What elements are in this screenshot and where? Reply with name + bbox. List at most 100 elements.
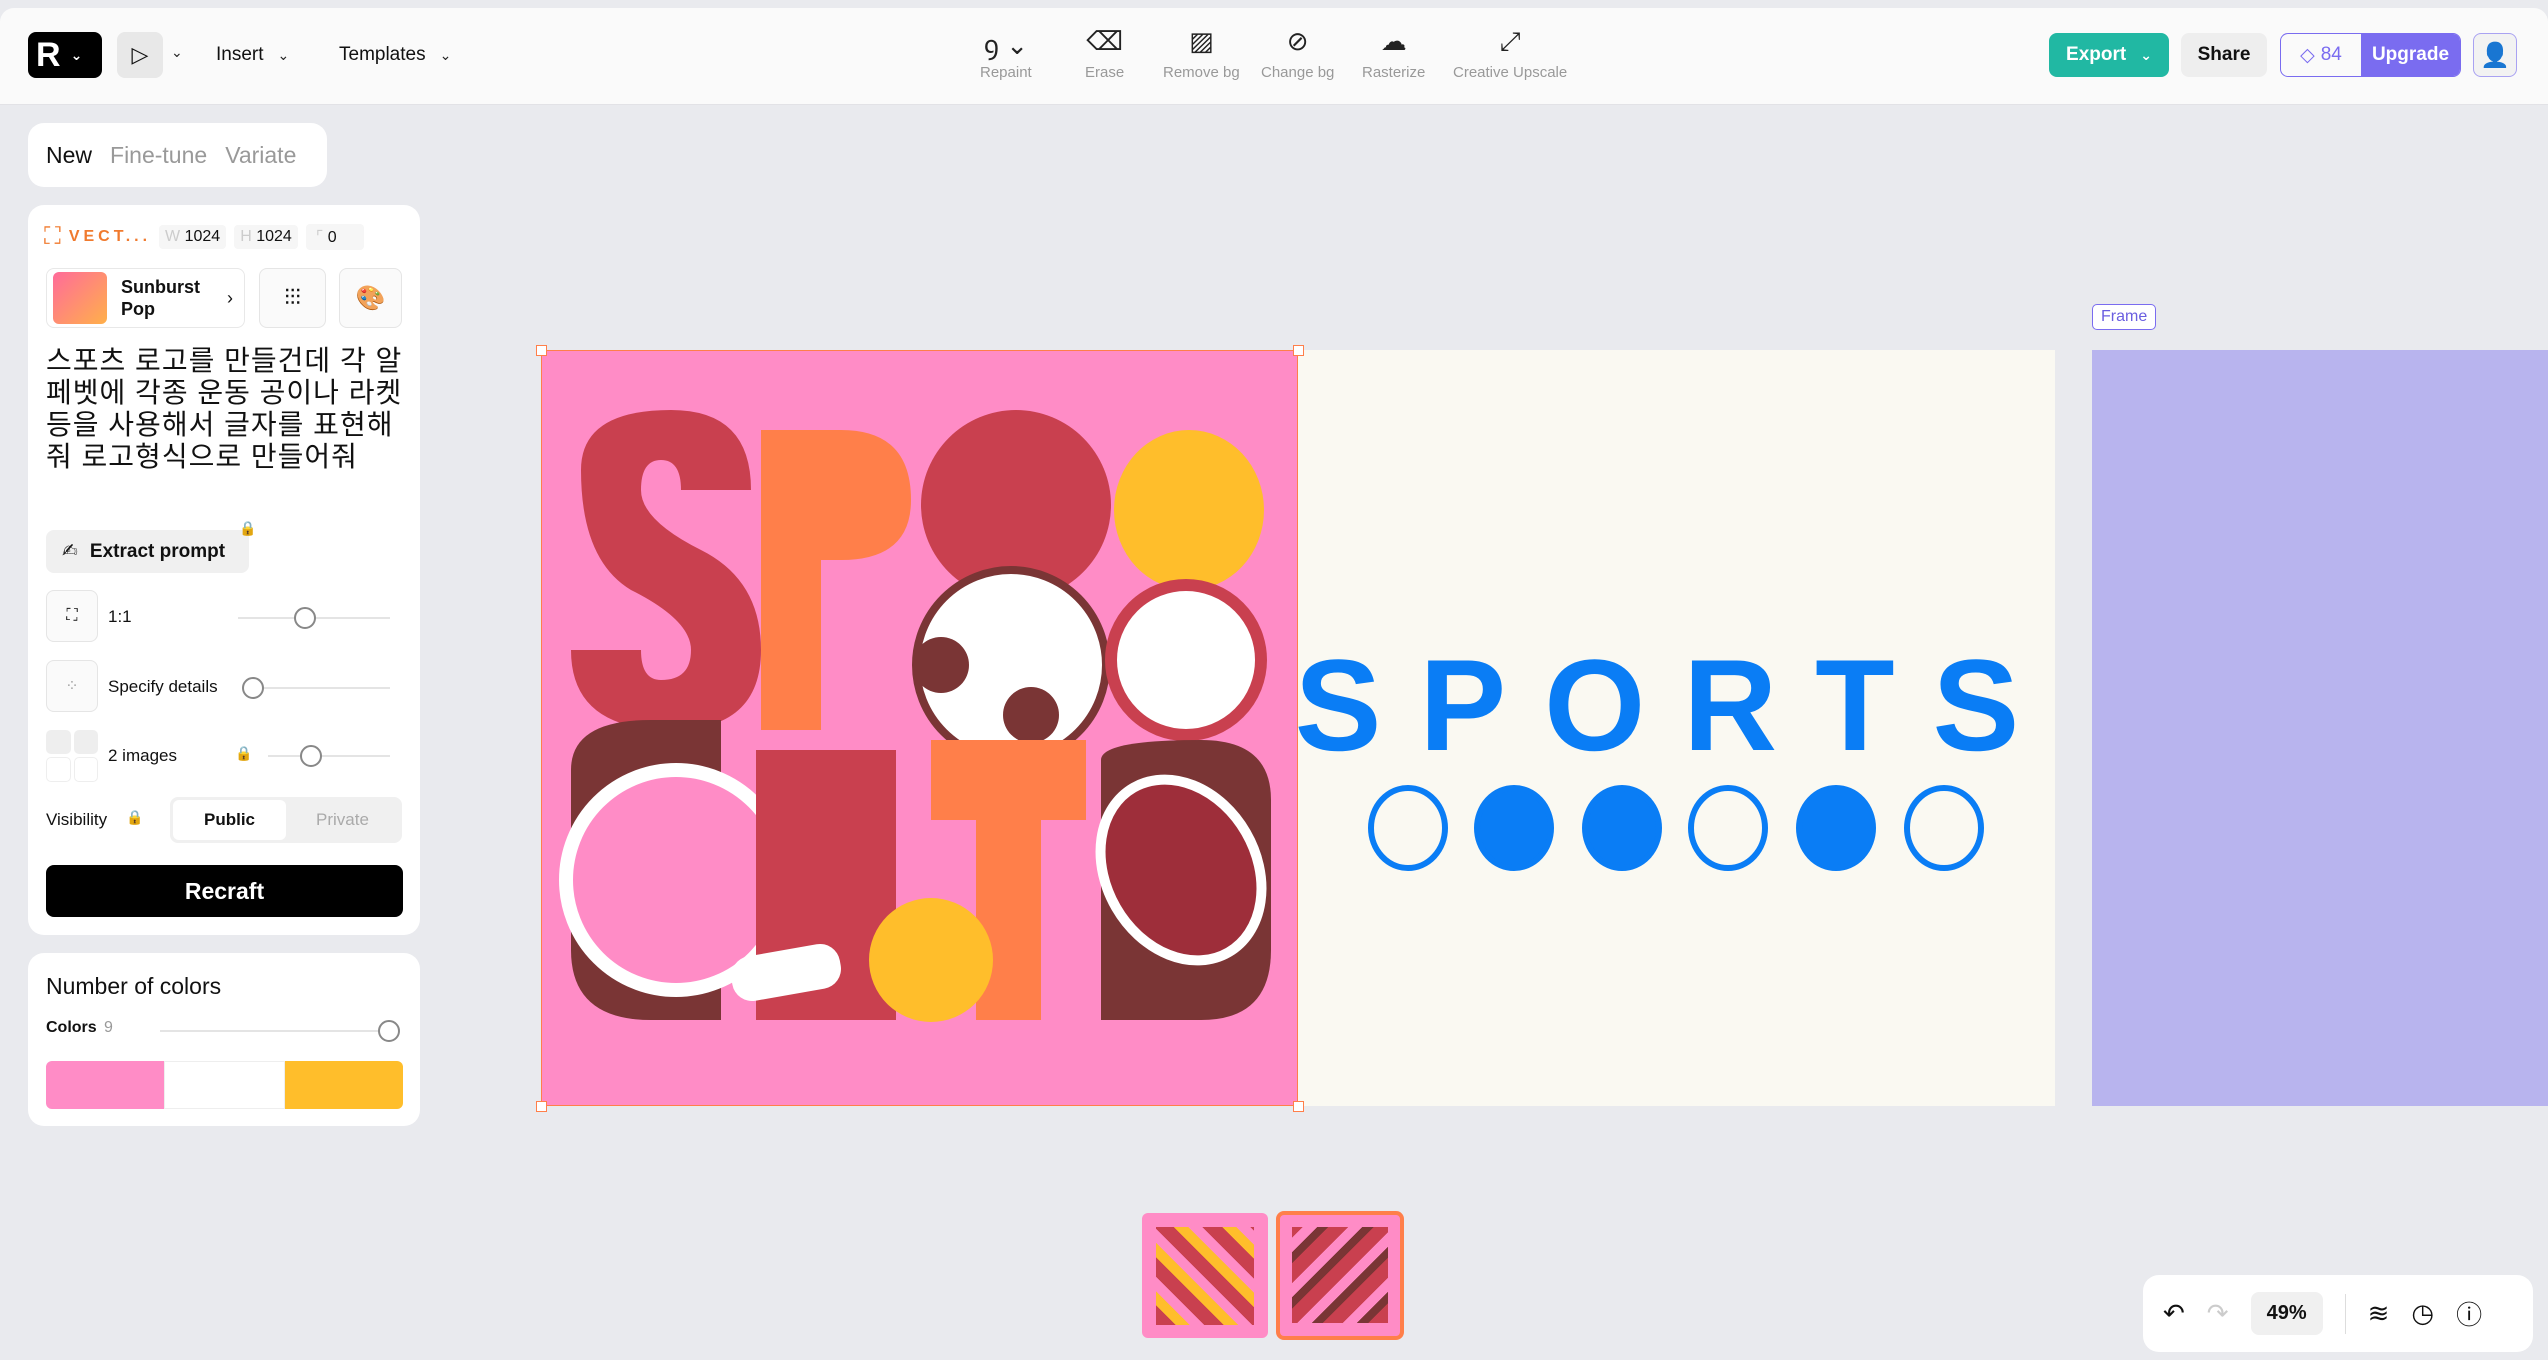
chevron-down-icon: ⌄ (2140, 46, 2152, 63)
change-bg-icon: ⊘ (1286, 26, 1309, 56)
width-field[interactable]: W 1024 (159, 225, 227, 249)
slider-knob[interactable] (378, 1020, 400, 1042)
tool-label: Change bg (1261, 64, 1335, 81)
generated-image-pink[interactable] (541, 350, 1298, 1106)
artwork-lettering: SPORTS (1298, 632, 2055, 778)
diamond-icon: ◇ (2300, 44, 2315, 66)
generated-image-cream[interactable]: SPORTS (1298, 350, 2055, 1106)
rasterize-icon: ☁ (1380, 26, 1407, 56)
resize-handle[interactable] (536, 1101, 547, 1112)
lasso-icon: ꝯ ⌄ (983, 30, 1028, 60)
w-label: W (165, 228, 181, 245)
upgrade-button[interactable]: Upgrade (2361, 34, 2460, 76)
palette-button[interactable]: 🎨 (339, 268, 402, 328)
slider-knob[interactable] (242, 677, 264, 699)
erase-tool[interactable]: ⌫ Erase (1085, 26, 1124, 81)
details-label: Specify details (108, 677, 218, 696)
frame[interactable] (2092, 350, 2548, 1106)
chevron-down-icon: ⌄ (277, 46, 290, 63)
tab-variate[interactable]: Variate (225, 142, 296, 169)
zoom-level[interactable]: 49% (2250, 1292, 2323, 1335)
select-tool-button[interactable]: ▷ (117, 32, 163, 78)
colors-title: Number of colors (46, 973, 222, 999)
credits-upgrade-group[interactable]: ◇ 84 Upgrade (2280, 33, 2461, 77)
credits-count: 84 (2320, 44, 2342, 65)
insert-label: Insert (216, 44, 264, 65)
settings-button[interactable]: ⫶⫶⫶ (259, 268, 326, 328)
remove-bg-tool[interactable]: ▨ Remove bg (1163, 26, 1240, 81)
share-button[interactable]: Share (2181, 33, 2267, 77)
tab-new[interactable]: New (46, 142, 92, 169)
colors-slider[interactable] (160, 1020, 400, 1042)
style-thumbnail (53, 272, 107, 324)
user-icon: 👤 (2480, 41, 2510, 69)
templates-menu[interactable]: Templates ⌄ (339, 32, 451, 78)
h-label: H (240, 228, 252, 245)
tool-label: Remove bg (1163, 64, 1240, 81)
height-field[interactable]: H 1024 (234, 225, 298, 249)
variant-thumbnail[interactable] (1142, 1213, 1268, 1338)
insert-menu[interactable]: Insert ⌄ (216, 32, 289, 78)
resize-handle[interactable] (536, 345, 547, 356)
color-swatch[interactable] (284, 1061, 403, 1109)
prompt-input[interactable]: 스포츠 로고를 만들건데 각 알페벳에 각종 운동 공이나 라켓 등을 사용해서… (46, 345, 406, 473)
app-menu-button[interactable]: R ⌄ (28, 32, 102, 78)
slider-knob[interactable] (294, 607, 316, 629)
details-icon[interactable]: ⁘ (46, 660, 98, 712)
public-option[interactable]: Public (173, 800, 286, 840)
chevron-down-icon: ⌄ (439, 46, 452, 63)
resize-handle[interactable] (1293, 1101, 1304, 1112)
mode-tabs: New Fine-tune Variate (28, 123, 327, 187)
images-count-icon[interactable] (46, 730, 98, 782)
templates-label: Templates (339, 44, 426, 65)
ratio-slider[interactable] (238, 607, 390, 629)
undo-icon[interactable]: ↶ (2163, 1298, 2185, 1329)
colors-count: 9 (104, 1019, 113, 1036)
redo-icon[interactable]: ↷ (2207, 1298, 2229, 1329)
recraft-button[interactable]: Recraft (46, 865, 403, 917)
layers-icon[interactable]: ≋ (2368, 1298, 2390, 1329)
resize-handle[interactable] (1293, 345, 1304, 356)
avatar[interactable]: 👤 (2473, 33, 2517, 77)
aspect-ratio-icon[interactable]: ⛶ (46, 590, 98, 642)
variant-thumbnail-selected[interactable] (1276, 1211, 1404, 1340)
tool-label: Rasterize (1362, 64, 1426, 81)
tool-label: Repaint (980, 64, 1032, 81)
creative-upscale-tool[interactable]: ⤢ Creative Upscale (1453, 26, 1567, 81)
chevron-right-icon: › (227, 287, 233, 308)
frame-label[interactable]: Frame (2092, 304, 2157, 330)
remove-bg-icon: ▨ (1189, 26, 1214, 56)
images-slider[interactable] (268, 745, 390, 767)
help-icon[interactable]: ⓘ (2456, 1295, 2482, 1332)
color-swatch[interactable] (46, 1061, 165, 1109)
recraft-logo-icon: R (36, 35, 61, 74)
chevron-down-icon[interactable]: ⌄ (171, 44, 183, 61)
height-value: 1024 (256, 228, 292, 245)
visibility-toggle: Public Private (170, 797, 402, 843)
details-slider[interactable] (242, 677, 390, 699)
private-option[interactable]: Private (286, 800, 399, 840)
repaint-tool[interactable]: ꝯ ⌄ Repaint (980, 26, 1032, 81)
lock-icon: 🔒 (126, 809, 144, 825)
ratio-label: 1:1 (108, 607, 132, 626)
tab-fine-tune[interactable]: Fine-tune (110, 142, 207, 169)
colors-label: Colors (46, 1019, 97, 1036)
export-label: Export (2066, 44, 2127, 65)
width-value: 1024 (184, 228, 221, 245)
style-name: Sunburst Pop (121, 277, 200, 319)
export-button[interactable]: Export ⌄ (2049, 33, 2169, 77)
credits-badge[interactable]: ◇ 84 (2281, 34, 2361, 76)
rasterize-tool[interactable]: ☁ Rasterize (1362, 26, 1425, 81)
style-selector[interactable]: Sunburst Pop › (46, 268, 245, 328)
corner-radius-field[interactable]: ⌜ 0 (305, 224, 364, 250)
history-icon[interactable]: ◷ (2411, 1298, 2434, 1329)
slider-knob[interactable] (300, 745, 322, 767)
extract-prompt-button[interactable]: ✍ Extract prompt (46, 530, 249, 573)
vector-model-icon[interactable]: ⛶ (44, 223, 61, 251)
model-name[interactable]: VECT... (69, 228, 151, 246)
divider (2344, 1293, 2346, 1334)
colors-panel: Number of colors Colors 9 (28, 953, 420, 1126)
change-bg-tool[interactable]: ⊘ Change bg (1261, 26, 1334, 81)
color-swatch[interactable] (164, 1061, 285, 1109)
visibility-label: Visibility (46, 810, 108, 829)
